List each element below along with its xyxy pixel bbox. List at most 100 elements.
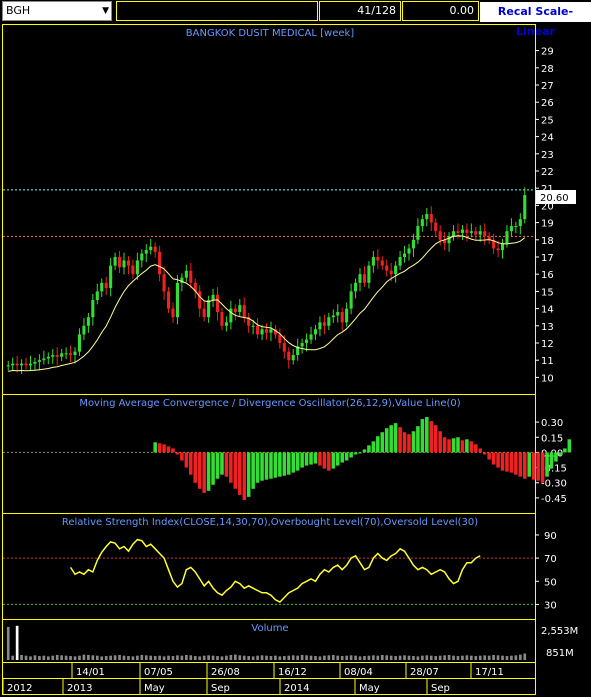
price-candle-body: [211, 294, 215, 300]
macd-bar: [531, 452, 536, 480]
macd-bar: [251, 452, 255, 489]
price-candle-body: [55, 355, 59, 357]
macd-bar: [229, 452, 233, 483]
price-candle-body: [523, 195, 527, 220]
volume-bar: [229, 654, 233, 660]
volume-panel: 2,553M 851M: [6, 625, 578, 660]
price-tick-label: 10: [541, 373, 554, 384]
rsi-tick-label: 50: [544, 577, 557, 588]
volume-bar: [456, 656, 460, 660]
macd-bar: [451, 438, 456, 453]
macd-bar: [220, 452, 224, 475]
price-candle-body: [420, 219, 424, 227]
volume-bar: [171, 656, 175, 660]
volume-bar: [260, 655, 264, 660]
price-tick-label: 17: [541, 253, 554, 264]
macd-bar: [398, 427, 402, 453]
volume-bar: [327, 655, 331, 660]
macd-bar: [215, 452, 220, 479]
price-candle-body: [238, 305, 242, 313]
macd-bar: [153, 442, 157, 453]
volume-bar: [64, 655, 68, 660]
macd-bar: [224, 452, 229, 477]
price-candle-body: [389, 270, 393, 275]
macd-bar: [447, 439, 451, 453]
price-candle-body: [465, 229, 469, 233]
macd-bar: [416, 426, 420, 453]
volume-bar: [109, 655, 112, 660]
volume-bar: [514, 655, 518, 660]
macd-bar: [331, 452, 336, 469]
date-axis-top-label: 28/07: [410, 667, 439, 678]
price-candle-body: [135, 260, 139, 275]
price-candle-body: [269, 329, 273, 333]
price-candle-body: [318, 322, 322, 330]
macd-bar: [211, 452, 215, 485]
price-candle-body: [282, 343, 286, 352]
macd-bar: [522, 452, 527, 479]
price-candle-body: [434, 222, 438, 232]
volume-bar: [220, 656, 224, 660]
price-candle-body: [354, 282, 358, 292]
price-candle-body: [171, 308, 175, 318]
price-candle-body: [162, 274, 166, 292]
volume-bar: [318, 656, 322, 660]
macd-bar: [367, 445, 371, 453]
macd-bar: [407, 434, 411, 453]
last-price-label: 20.60: [540, 193, 569, 204]
volume-bar: [82, 654, 86, 660]
volume-bar: [345, 655, 348, 660]
volume-bar: [425, 655, 429, 660]
price-candle-body: [158, 251, 162, 275]
price-tick-label: 11: [541, 356, 554, 367]
macd-bar: [376, 436, 380, 453]
price-candle-body: [33, 361, 37, 364]
volume-bar: [291, 655, 295, 660]
macd-bar: [327, 452, 331, 471]
date-axis-bottom-label: May: [144, 683, 165, 694]
macd-bar: [514, 452, 518, 475]
price-candle-body: [224, 322, 228, 326]
price-candle-body: [451, 231, 456, 237]
volume-bar: [274, 655, 277, 660]
volume-bar: [42, 655, 46, 660]
price-candle-body: [460, 229, 464, 233]
price-tick-label: 12: [541, 339, 554, 350]
macd-bar: [478, 448, 483, 453]
price-candle-body: [287, 351, 291, 361]
macd-bar: [438, 431, 442, 453]
price-candle-body: [251, 325, 255, 327]
volume-bar: [398, 655, 402, 660]
volume-bar: [323, 655, 326, 660]
volume-bar: [198, 656, 202, 660]
price-candle-body: [478, 231, 482, 235]
volume-bar: [33, 655, 37, 660]
macd-bar: [518, 452, 523, 477]
volume-bar: [69, 656, 72, 660]
volume-bar: [225, 655, 228, 660]
volume-bar: [269, 656, 273, 660]
price-candle-body: [37, 360, 41, 362]
volume-bar: [278, 656, 282, 660]
volume-bar: [331, 654, 335, 660]
volume-bar: [385, 655, 389, 660]
price-candle-body: [394, 265, 398, 275]
macd-panel: 0.300.150.00-0.15-0.30-0.45: [3, 417, 572, 505]
price-candle-body: [322, 322, 326, 326]
price-candle-body: [380, 260, 384, 266]
chart-canvas[interactable]: 1011121314151617181920212223242526272829…: [0, 0, 591, 697]
volume-bar: [496, 655, 500, 660]
price-candle-body: [327, 317, 331, 326]
price-candle-body: [6, 365, 10, 367]
volume-bar: [474, 656, 478, 660]
volume-tick-label: 851M: [546, 648, 574, 659]
macd-bar: [389, 425, 393, 453]
price-candle-body: [113, 257, 117, 266]
price-tick-label: 27: [541, 81, 554, 92]
macd-bar: [193, 452, 198, 483]
volume-bar: [478, 655, 482, 660]
price-candle-body: [429, 214, 433, 223]
price-candle-body: [46, 356, 50, 359]
macd-bar: [496, 452, 500, 468]
volume-bar: [149, 655, 153, 660]
